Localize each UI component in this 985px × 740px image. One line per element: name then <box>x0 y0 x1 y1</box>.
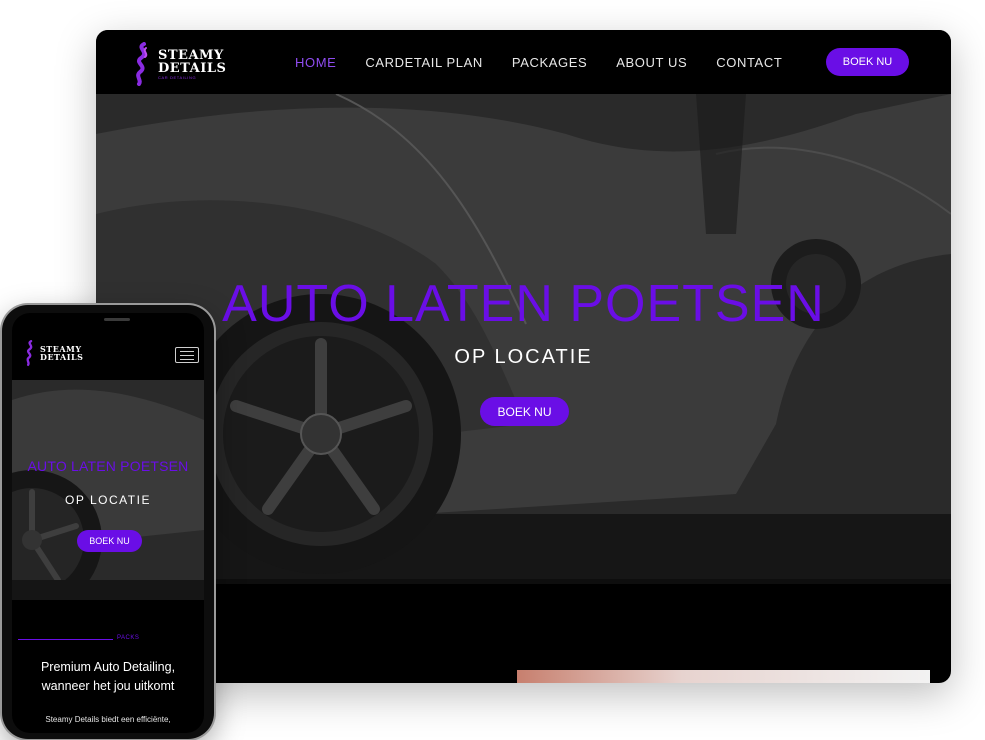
mobile-hero-car-image <box>12 380 204 600</box>
section-divider <box>18 639 113 640</box>
desktop-navbar: STEAMY DETAILS CAR DETAILING HOME CARDET… <box>96 30 951 94</box>
section-text: Steamy Details biedt een efficiënte, <box>45 715 171 724</box>
hero-book-now-button[interactable]: BOEK NU <box>480 397 569 426</box>
nav-item-about-us[interactable]: ABOUT US <box>616 55 687 70</box>
mobile-brand-name-line2: DETAILS <box>40 352 84 362</box>
content-image-preview <box>517 670 930 683</box>
desktop-preview: STEAMY DETAILS CAR DETAILING HOME CARDET… <box>96 30 951 683</box>
brand-tagline: CAR DETAILING <box>158 74 197 80</box>
nav-book-now-button[interactable]: BOEK NU <box>826 48 909 76</box>
mobile-hero-title: AUTO LATEN POETSEN <box>27 458 189 474</box>
hero-subtitle: OP LOCATIE <box>454 346 593 368</box>
section-heading: Premium Auto Detailing, wanneer het jou … <box>12 658 204 696</box>
brand-name-line2: DETAILS <box>158 60 227 76</box>
main-menu: HOME CARDETAIL PLAN PACKAGES ABOUT US CO… <box>295 30 811 94</box>
hero-title: AUTO LATEN POETSEN <box>222 275 825 333</box>
steam-swirl-icon <box>26 340 33 366</box>
steam-swirl-icon <box>136 42 148 86</box>
nav-item-cardetail-plan[interactable]: CARDETAIL PLAN <box>365 55 482 70</box>
hero-car-image <box>96 94 951 584</box>
mobile-hero-section: AUTO LATEN POETSEN OP LOCATIE BOEK NU <box>12 380 204 600</box>
section-label: PACKS <box>117 635 140 641</box>
mobile-screen: STEAMY DETAILS AUTO LATEN POETSEN OP LOC… <box>12 313 204 733</box>
phone-speaker <box>104 318 130 321</box>
hamburger-icon[interactable] <box>175 347 199 363</box>
mobile-brand-logo[interactable]: STEAMY DETAILS <box>24 339 83 367</box>
mobile-hero-subtitle: OP LOCATIE <box>65 493 151 507</box>
mobile-preview: STEAMY DETAILS AUTO LATEN POETSEN OP LOC… <box>2 305 214 739</box>
brand-logo[interactable]: STEAMY DETAILS CAR DETAILING <box>132 42 226 86</box>
nav-item-packages[interactable]: PACKAGES <box>512 55 587 70</box>
nav-item-contact[interactable]: CONTACT <box>716 55 782 70</box>
section-heading-line1: Premium Auto Detailing, <box>40 660 176 674</box>
nav-item-home[interactable]: HOME <box>295 55 336 70</box>
hero-section: AUTO LATEN POETSEN OP LOCATIE BOEK NU <box>96 94 951 584</box>
mobile-hero-book-now-button[interactable]: BOEK NU <box>77 530 142 552</box>
section-heading-line2: wanneer het jou uitkomt <box>41 679 175 693</box>
brand-name-line1: STEAMY <box>158 47 224 63</box>
